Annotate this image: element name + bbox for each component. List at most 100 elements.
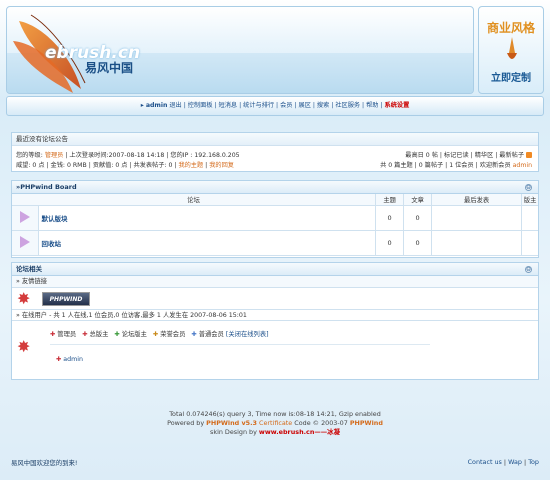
mod-legend-icon: ✚ [114, 331, 120, 338]
col-topics: 主题 [375, 194, 405, 206]
quick-links-text[interactable]: 最高日 0 帖 | 标记已读 | 精华区 | 最新帖子 [405, 152, 524, 159]
related-title: 论坛相关 [16, 265, 42, 273]
super-mod-legend-icon: ✚ [82, 331, 88, 338]
forum-posts: 0 [403, 205, 433, 231]
forum-stats-line: 共 0 篇主题 | 0 篇帖子 | 1 位会员 | 欢迎新会员 admin [380, 160, 532, 169]
nav-stats[interactable]: 统计与排行 [243, 102, 274, 109]
nav-username[interactable]: admin [146, 102, 168, 109]
site-header: ebrush.cn 易风中国 [6, 6, 474, 94]
new-member-link[interactable]: admin [513, 162, 532, 169]
footer-info: Total 0.074246(s) query 3, Time now is:0… [0, 410, 550, 437]
nav-help[interactable]: 帮助 [366, 102, 378, 109]
board-panel: »PHPwind Board ⊖ 论坛 主题 文章 最后发表 版主 默认版块 0… [11, 180, 539, 258]
nav-arrow-icon: ▸ [140, 102, 144, 109]
forum-quick-links[interactable]: 最高日 0 帖 | 标记已读 | 精华区 | 最新帖子 [405, 150, 532, 159]
designer-link[interactable]: www.ebrush.cn——冰凝 [259, 428, 340, 436]
admin-user-icon: ✚ [56, 356, 62, 363]
legend-honor: 荣誉会员 [160, 331, 186, 338]
copyright-text: Code © 2003-07 [294, 419, 348, 427]
related-title-bar: 论坛相关 ⊖ [12, 263, 538, 276]
notice-title[interactable]: 最近没有论坛公告 [12, 133, 538, 146]
contact-us-link[interactable]: Contact us [468, 458, 502, 466]
table-row[interactable]: 回收站 0 0 [12, 230, 538, 256]
phpwind-version-link[interactable]: PHPWind v5.3 [206, 419, 257, 427]
close-online-list-link[interactable]: [关闭在线列表] [226, 331, 269, 338]
online-users-line: » 在线用户 - 共 1 人在线,1 位会员,0 位访客,最多 1 人发生在 2… [12, 310, 538, 321]
nav-system-settings[interactable]: 系统设置 [385, 102, 410, 109]
board-title-bar: »PHPwind Board ⊖ [12, 181, 538, 194]
forum-topics: 0 [375, 205, 405, 231]
forum-status-icon [19, 210, 30, 223]
col-last-post: 最后发表 [431, 194, 523, 206]
phpwind-partner-logo[interactable]: PHPWIND [42, 292, 90, 306]
member-legend-icon: ✚ [191, 331, 197, 338]
footer-powered-line: Powered by PHPWind v5.3 Certificate Code… [0, 419, 550, 428]
skin-design-label: skin Design by [210, 428, 257, 436]
forum-related-panel: 论坛相关 ⊖ » 友情链接 ✸ PHPWIND » 在线用户 - 共 1 人在线… [11, 262, 539, 380]
legend-member: 普通会员 [198, 331, 224, 338]
forum-name-link[interactable]: 默认版块 [42, 215, 68, 223]
phpwind-link[interactable]: PHPWind [350, 419, 383, 427]
legend-mod: 论坛版主 [121, 331, 147, 338]
wap-link[interactable]: Wap [508, 458, 522, 466]
top-link[interactable]: Top [528, 458, 539, 466]
promo-title: 商业风格 [486, 21, 535, 35]
links-title: 友情链接 [21, 278, 48, 285]
my-topics-link[interactable]: 我的主题 [178, 162, 203, 169]
nav-community[interactable]: 社区服务 [335, 102, 360, 109]
main-nav: ▸ admin 退出 | 控制面板 | 短消息 | 统计与排行 | 会员 | 展… [6, 96, 544, 116]
nav-control-panel[interactable]: 控制面板 [188, 102, 213, 109]
table-row[interactable]: 默认版块 0 0 [12, 205, 538, 231]
forum-moderator [521, 205, 538, 231]
online-user-entry[interactable]: ✚ admin [56, 356, 83, 363]
forum-last-post [431, 230, 523, 256]
forum-stats: 共 0 篇主题 | 0 篇帖子 | 1 位会员 | 欢迎新会员 [380, 162, 511, 169]
user-stats: 威望: 0 点 | 金钱: 0 RMB | 贡献值: 0 点 | 共发表帖子: … [16, 162, 177, 169]
forum-topics: 0 [375, 230, 405, 256]
user-stats-line: 威望: 0 点 | 金钱: 0 RMB | 贡献值: 0 点 | 共发表帖子: … [16, 162, 234, 169]
collapse-toggle-icon[interactable]: ⊖ [525, 184, 532, 191]
brush-icon [507, 37, 517, 59]
col-forum: 论坛 [12, 194, 377, 206]
rss-icon[interactable] [526, 152, 532, 158]
online-arrow-icon: » [16, 312, 20, 319]
welcome-message: 易风中国欢迎您的到来! [11, 459, 78, 467]
footer-design-line: skin Design by www.ebrush.cn——冰凝 [0, 428, 550, 437]
powered-by-label: Powered by [167, 419, 205, 427]
col-moderator: 版主 [521, 194, 538, 206]
custom-style-banner[interactable]: 商业风格 立即定制 [478, 6, 544, 94]
star-icon: ✸ [17, 337, 31, 356]
online-summary: 在线用户 - 共 1 人在线,1 位会员,0 位访客,最多 1 人发生在 200… [21, 312, 247, 319]
forum-posts: 0 [403, 230, 433, 256]
level-label: 您的等级: [16, 152, 43, 159]
legend-admin: 管理员 [57, 331, 77, 338]
user-level: 管理员 [44, 152, 64, 159]
links-row: ✸ PHPWIND [12, 288, 538, 310]
forum-table: 论坛 主题 文章 最后发表 版主 默认版块 0 0 回收站 0 0 [12, 194, 538, 256]
online-user-link[interactable]: admin [63, 356, 83, 363]
login-info: | 上次登录时间:2007-08-18 14:18 | 您的IP : 192.1… [65, 152, 240, 159]
logo-text-cn[interactable]: 易风中国 [85, 59, 133, 76]
nav-members[interactable]: 会员 [280, 102, 292, 109]
nav-search[interactable]: 搜索 [317, 102, 329, 109]
legend-super-mod: 总版主 [89, 331, 109, 338]
links-arrow-icon: » [16, 278, 20, 285]
admin-legend-icon: ✚ [50, 331, 56, 338]
board-title[interactable]: PHPwind Board [20, 183, 76, 191]
links-title-bar: » 友情链接 [12, 276, 538, 288]
footer-debug-line: Total 0.074246(s) query 3, Time now is:0… [169, 410, 381, 418]
forum-name-link[interactable]: 回收站 [42, 240, 62, 248]
online-list: ✸ ✚ 管理员 ✚ 总版主 ✚ 论坛版主 ✚ 荣誉会员 ✚ 普通会员 [关闭在线… [12, 321, 538, 379]
honor-legend-icon: ✚ [152, 331, 159, 338]
nav-logout[interactable]: 退出 [169, 102, 181, 109]
star-icon: ✸ [17, 289, 31, 308]
certificate-link[interactable]: Certificate [259, 419, 292, 427]
forum-status-icon [19, 235, 30, 248]
user-info-line: 您的等级: 管理员 | 上次登录时间:2007-08-18 14:18 | 您的… [16, 150, 240, 159]
nav-messages[interactable]: 短消息 [219, 102, 238, 109]
collapse-toggle-icon[interactable]: ⊖ [525, 266, 532, 273]
forum-moderator [521, 230, 538, 256]
col-posts: 文章 [403, 194, 433, 206]
nav-showcase[interactable]: 展区 [299, 102, 311, 109]
my-replies-link[interactable]: 我的回复 [209, 162, 234, 169]
